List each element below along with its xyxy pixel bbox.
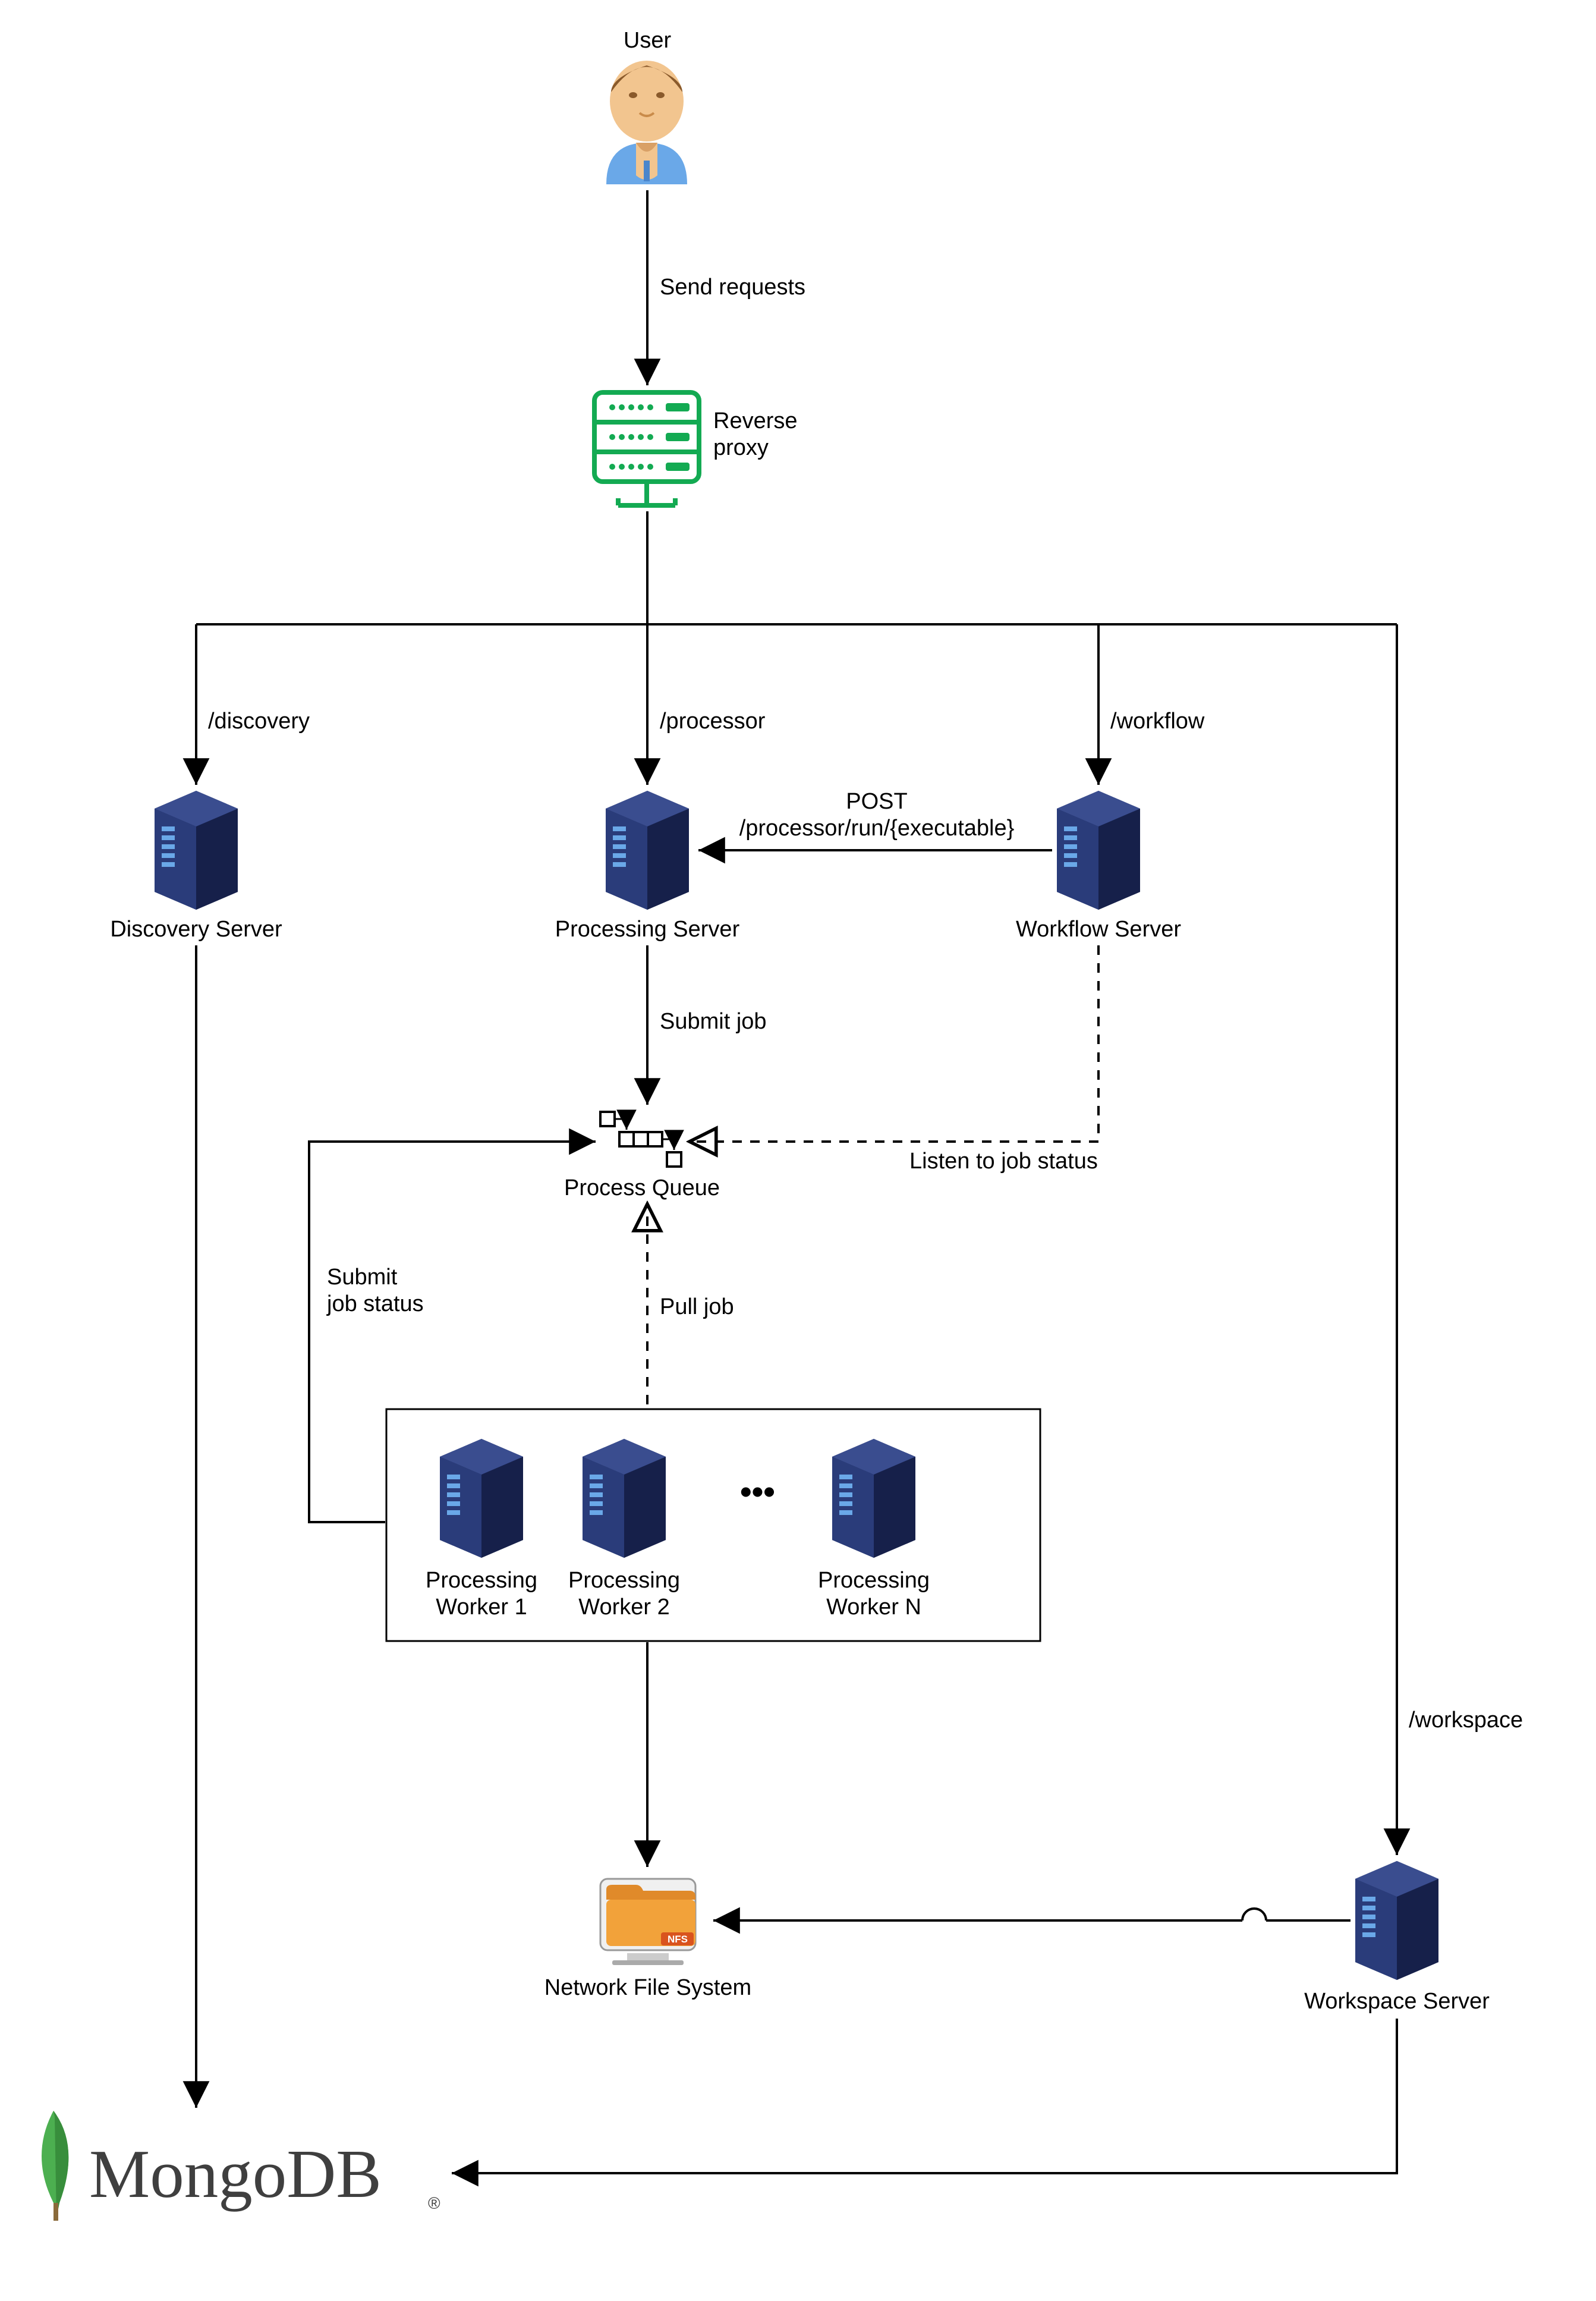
workspace-server-label: Workspace Server <box>1304 1989 1490 2014</box>
nfs-icon: NFS <box>600 1879 695 1965</box>
user-icon <box>606 61 687 184</box>
user-node: User <box>606 28 687 184</box>
workflow-server-label: Workflow Server <box>1016 917 1181 942</box>
reverse-proxy-node: Reverse proxy <box>594 392 798 505</box>
edge-submit-status-l1: Submit <box>327 1265 398 1290</box>
edge-send-requests-label: Send requests <box>660 275 805 300</box>
server-icon <box>440 1439 523 1558</box>
mongodb-leaf-icon <box>42 2111 68 2221</box>
mongodb-text: MongoDB <box>89 2136 382 2212</box>
edge-workflow-label: /workflow <box>1110 709 1205 734</box>
edge-processor-label: /processor <box>660 709 766 734</box>
processing-server-node: Processing Server <box>555 791 740 942</box>
server-icon <box>583 1439 666 1558</box>
edge-workspace-label: /workspace <box>1409 1708 1523 1733</box>
user-label: User <box>624 28 672 53</box>
mongodb-r: ® <box>428 2194 440 2212</box>
nfs-badge: NFS <box>668 1934 688 1945</box>
proxy-icon <box>594 392 699 505</box>
server-icon <box>1057 791 1140 910</box>
reverse-proxy-label-2: proxy <box>713 435 769 460</box>
edge-hop <box>1242 1909 1266 1920</box>
worker1-label-1: Processing <box>426 1568 537 1593</box>
worker2-label-1: Processing <box>568 1568 680 1593</box>
architecture-diagram: User Reverse proxy <box>0 0 1596 2301</box>
ellipsis: ••• <box>740 1473 775 1510</box>
edge-pull-job-label: Pull job <box>660 1294 734 1319</box>
edge-post-l1: POST <box>846 789 907 814</box>
workerN-label-2: Worker N <box>826 1595 921 1620</box>
edge-post-l2: /processor/run/{executable} <box>739 816 1015 841</box>
nfs-label: Network File System <box>544 1975 751 2000</box>
mongodb-node: MongoDB ® <box>42 2111 440 2221</box>
discovery-server-node: Discovery Server <box>110 791 282 942</box>
nfs-node: NFS Network File System <box>544 1879 751 2000</box>
workflow-server-node: Workflow Server <box>1016 791 1181 942</box>
server-icon <box>606 791 689 910</box>
edge-listen-label: Listen to job status <box>909 1149 1098 1174</box>
workspace-server-node: Workspace Server <box>1304 1861 1490 2014</box>
server-icon <box>155 791 238 910</box>
reverse-proxy-label-1: Reverse <box>713 408 798 433</box>
process-queue-node: Process Queue <box>564 1112 720 1200</box>
edge-discovery-label: /discovery <box>208 709 310 734</box>
edges: Send requests /discovery /processor /wor… <box>196 190 1523 2173</box>
edge-workspace-mongo <box>452 2019 1397 2173</box>
workerN-label-1: Processing <box>818 1568 930 1593</box>
edge-listen <box>690 945 1098 1142</box>
edge-submit-status-l2: job status <box>326 1291 424 1316</box>
server-icon <box>832 1439 915 1558</box>
server-icon <box>1355 1861 1438 1980</box>
process-queue-label: Process Queue <box>564 1175 720 1200</box>
queue-icon <box>600 1112 681 1167</box>
worker1-label-2: Worker 1 <box>436 1595 527 1620</box>
workers-container: Processing Worker 1 Processing Worker 2 … <box>386 1409 1040 1641</box>
worker2-label-2: Worker 2 <box>578 1595 669 1620</box>
discovery-server-label: Discovery Server <box>110 917 282 942</box>
processing-server-label: Processing Server <box>555 917 740 942</box>
edge-submit-job-label: Submit job <box>660 1009 767 1034</box>
